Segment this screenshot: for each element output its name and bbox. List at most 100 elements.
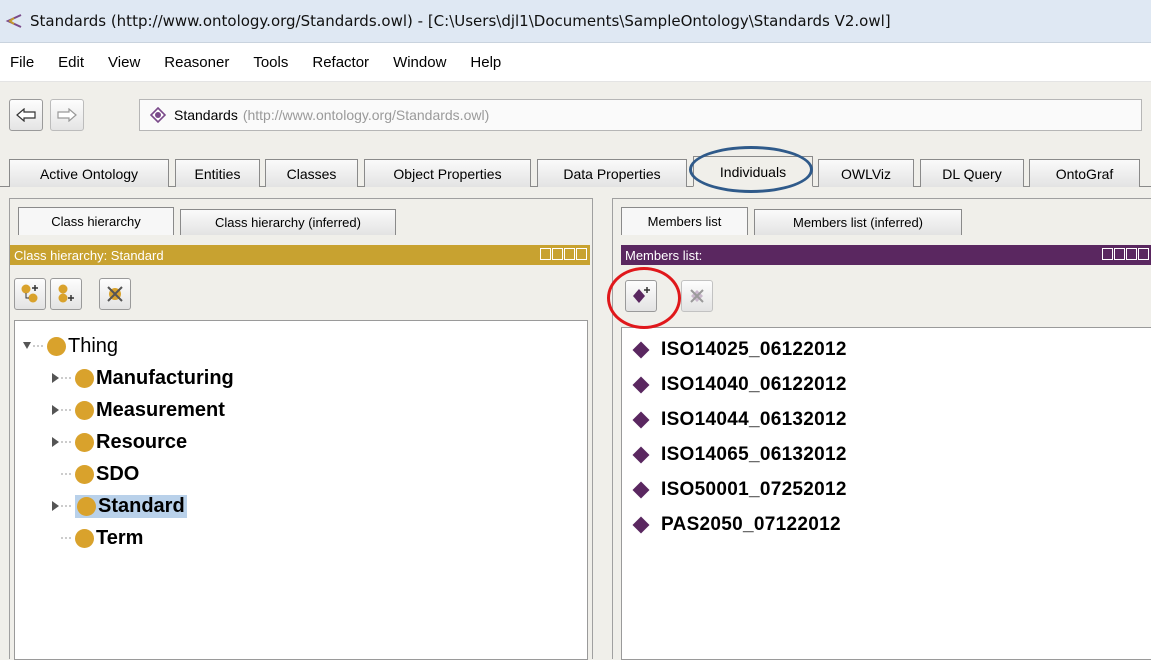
view-controls[interactable]: [1102, 248, 1149, 260]
menu-file[interactable]: File: [10, 54, 34, 71]
delete-individual-button[interactable]: [681, 280, 713, 312]
add-sibling-class-icon: [58, 284, 74, 303]
tab-active-ontology[interactable]: Active Ontology: [9, 159, 169, 187]
expand-triangle-icon[interactable]: [51, 436, 75, 448]
navigation-bar: Standards (http://www.ontology.org/Stand…: [0, 82, 1151, 148]
class-icon: [75, 368, 94, 388]
class-icon: [75, 432, 94, 452]
tab-owlviz[interactable]: OWLViz: [818, 159, 914, 187]
view-controls[interactable]: [540, 248, 587, 260]
tree-label: SDO: [96, 462, 140, 485]
tree-label: Thing: [68, 334, 119, 357]
menu-view[interactable]: View: [108, 54, 140, 71]
member-label: ISO14044_06132012: [661, 409, 847, 430]
tree-label: Measurement: [96, 398, 225, 421]
class-icon: [77, 496, 96, 516]
add-subclass-button[interactable]: [14, 278, 46, 310]
class-tree: Thing Manufacturing Measurement Resource…: [14, 320, 588, 660]
ontology-name: Standards: [174, 107, 238, 123]
tree-label: Term: [96, 526, 144, 549]
tree-connector-icon: [61, 537, 73, 539]
tree-node-term[interactable]: Term: [51, 523, 143, 553]
menu-reasoner[interactable]: Reasoner: [164, 54, 229, 71]
protege-app-icon: [4, 11, 24, 31]
tab-class-hierarchy[interactable]: Class hierarchy: [18, 207, 174, 235]
member-label: PAS2050_07122012: [661, 514, 841, 535]
list-item[interactable]: ISO50001_07252012: [632, 475, 847, 505]
list-item[interactable]: ISO14040_06122012: [632, 370, 847, 400]
delete-class-button[interactable]: [99, 278, 131, 310]
members-list-panel: Members list Members list (inferred) Mem…: [612, 198, 1151, 660]
window-title: Standards (http://www.ontology.org/Stand…: [30, 12, 891, 30]
class-icon: [75, 528, 94, 548]
forward-button[interactable]: [50, 99, 84, 131]
menu-help[interactable]: Help: [470, 54, 501, 71]
class-icon: [75, 400, 94, 420]
class-hierarchy-tabs: Class hierarchy Class hierarchy (inferre…: [18, 205, 578, 235]
add-sibling-class-button[interactable]: [50, 278, 82, 310]
expand-triangle-icon[interactable]: [51, 500, 75, 512]
individual-icon: [632, 481, 650, 499]
class-hierarchy-title: Class hierarchy: Standard: [14, 247, 164, 263]
class-hierarchy-header: Class hierarchy: Standard: [10, 245, 590, 265]
add-subclass-icon: [21, 284, 38, 303]
ontology-address-bar[interactable]: Standards (http://www.ontology.org/Stand…: [139, 99, 1142, 131]
individual-icon: [632, 446, 650, 464]
selected-node-highlight: Standard: [75, 494, 187, 518]
menu-refactor[interactable]: Refactor: [312, 54, 369, 71]
tab-members-list[interactable]: Members list: [621, 207, 748, 235]
member-label: ISO50001_07252012: [661, 479, 847, 500]
title-bar: Standards (http://www.ontology.org/Stand…: [0, 0, 1151, 43]
delete-class-icon: [107, 286, 123, 302]
back-arrow-icon: [16, 108, 36, 122]
collapse-triangle-icon[interactable]: [23, 340, 47, 352]
tab-data-properties[interactable]: Data Properties: [537, 159, 687, 187]
delete-individual-icon: [690, 289, 704, 303]
individual-icon: [632, 411, 650, 429]
tree-connector-icon: [61, 473, 73, 475]
list-item[interactable]: ISO14044_06132012: [632, 405, 847, 435]
menu-window[interactable]: Window: [393, 54, 446, 71]
class-icon: [75, 464, 94, 484]
menu-edit[interactable]: Edit: [58, 54, 84, 71]
ontology-url: (http://www.ontology.org/Standards.owl): [242, 107, 490, 123]
tab-members-list-inferred[interactable]: Members list (inferred): [754, 209, 962, 235]
list-item[interactable]: PAS2050_07122012: [632, 510, 841, 540]
member-label: ISO14065_06132012: [661, 444, 847, 465]
back-button[interactable]: [9, 99, 43, 131]
individual-icon: [632, 516, 650, 534]
tree-node-thing[interactable]: Thing: [23, 331, 118, 361]
tree-node-measurement[interactable]: Measurement: [51, 395, 225, 425]
tree-node-resource[interactable]: Resource: [51, 427, 187, 457]
tree-node-standard[interactable]: Standard: [51, 491, 187, 521]
main-tab-bar: Active Ontology Entities Classes Object …: [0, 148, 1151, 187]
highlight-ellipse: [689, 146, 813, 193]
list-item[interactable]: ISO14065_06132012: [632, 440, 847, 470]
tab-ontograf[interactable]: OntoGraf: [1029, 159, 1140, 187]
list-item[interactable]: ISO14025_06122012: [632, 335, 847, 365]
tree-label: Standard: [98, 494, 185, 517]
expand-triangle-icon[interactable]: [51, 404, 75, 416]
forward-arrow-icon: [57, 108, 77, 122]
tab-dl-query[interactable]: DL Query: [920, 159, 1024, 187]
tab-class-hierarchy-inferred[interactable]: Class hierarchy (inferred): [180, 209, 396, 235]
tab-classes[interactable]: Classes: [265, 159, 358, 187]
members-list-tabs: Members list Members list (inferred): [621, 205, 1141, 235]
individual-icon: [632, 376, 650, 394]
class-icon: [47, 336, 66, 356]
tree-node-sdo[interactable]: SDO: [51, 459, 139, 489]
members-list: ISO14025_06122012 ISO14040_06122012 ISO1…: [621, 327, 1151, 660]
ontology-icon: [150, 107, 166, 123]
tab-object-properties[interactable]: Object Properties: [364, 159, 531, 187]
menu-bar: File Edit View Reasoner Tools Refactor W…: [0, 43, 1151, 82]
members-list-header: Members list:: [621, 245, 1151, 265]
tab-entities[interactable]: Entities: [175, 159, 260, 187]
member-label: ISO14025_06122012: [661, 339, 847, 360]
highlight-circle: [607, 267, 681, 329]
tree-label: Resource: [96, 430, 188, 453]
tree-node-manufacturing[interactable]: Manufacturing: [51, 363, 234, 393]
expand-triangle-icon[interactable]: [51, 372, 75, 384]
individual-icon: [632, 341, 650, 359]
member-label: ISO14040_06122012: [661, 374, 847, 395]
menu-tools[interactable]: Tools: [253, 54, 288, 71]
